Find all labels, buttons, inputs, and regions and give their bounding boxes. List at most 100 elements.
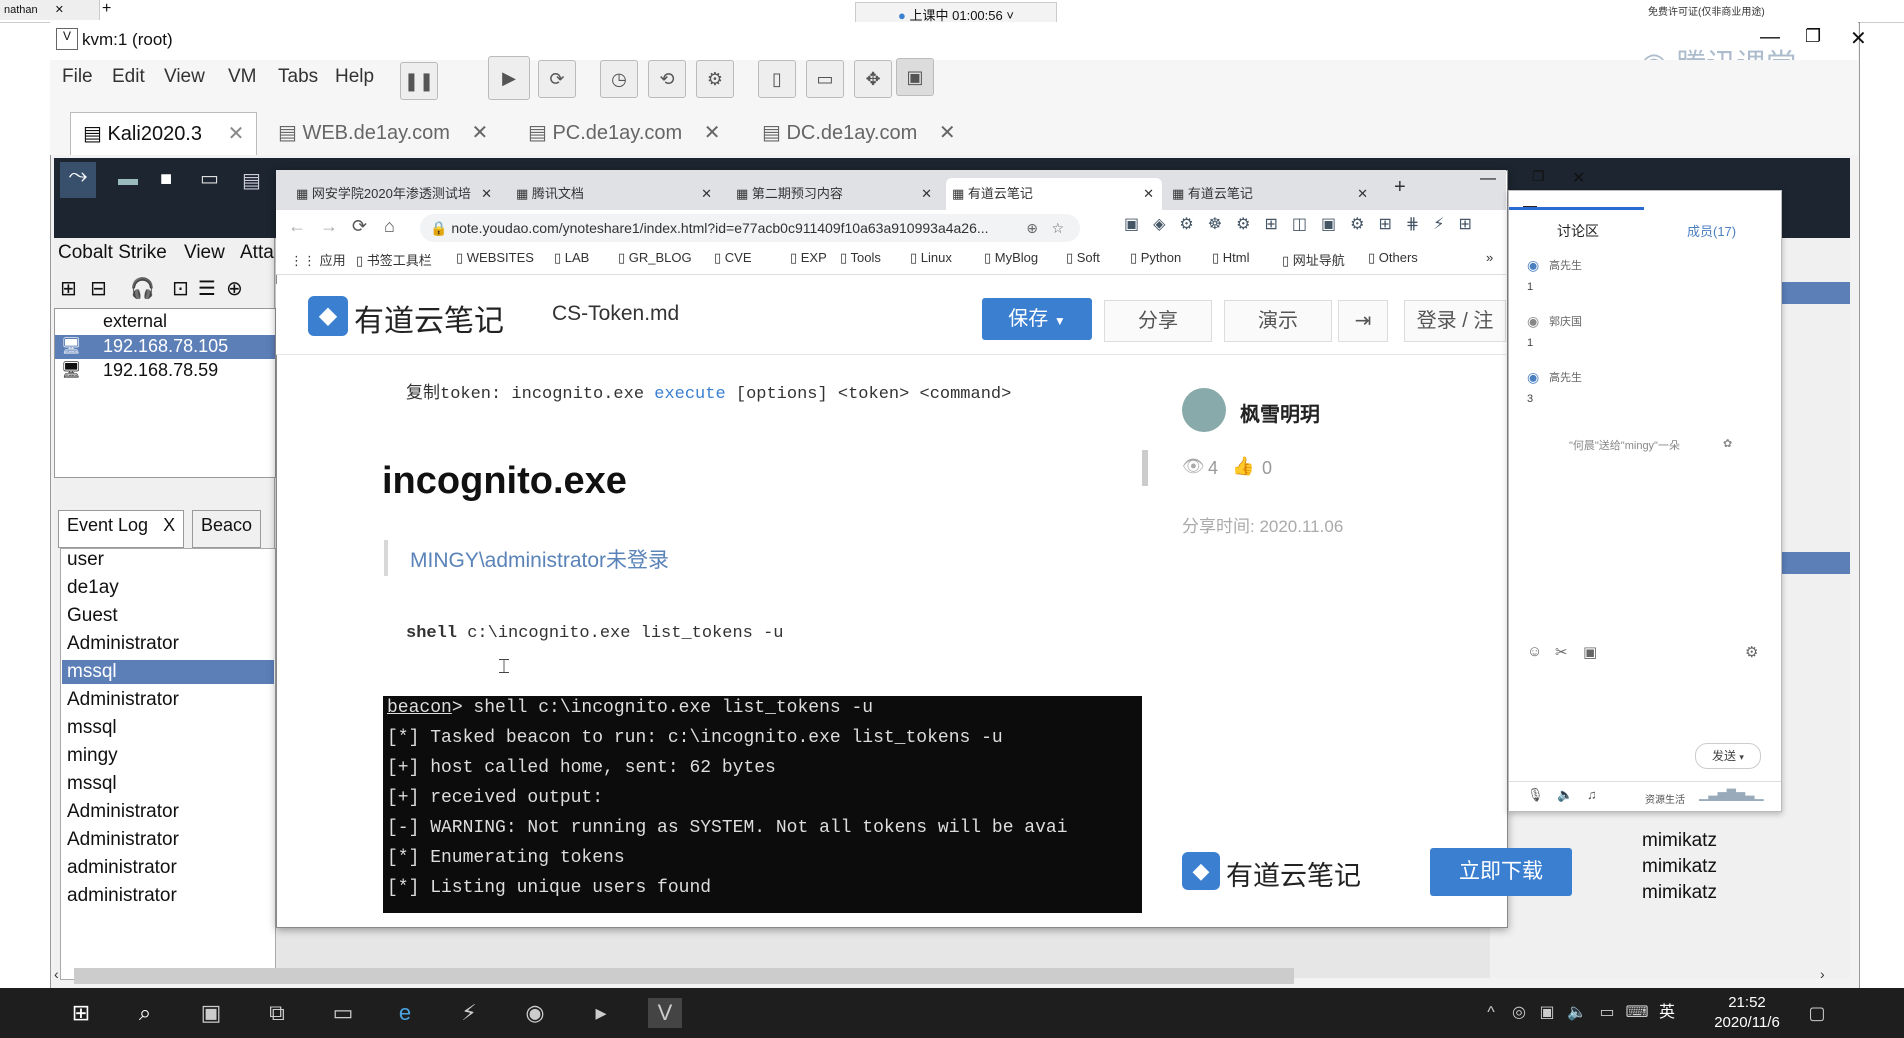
reload-icon[interactable]: ⟳ — [352, 216, 367, 237]
console-view-icon[interactable]: ▭ — [806, 60, 844, 98]
bookmark-folder[interactable]: ▯ Linux — [910, 250, 952, 266]
menu-file[interactable]: File — [62, 66, 93, 88]
browser-tab[interactable]: ▦ 网安学院2020年渗透测试培 ✕ — [296, 178, 496, 210]
pause-icon[interactable]: ❚❚ — [400, 62, 438, 100]
login-button[interactable]: 登录 / 注 — [1404, 300, 1506, 342]
tab-kali[interactable]: ▤ Kali2020.3 ✕ — [70, 112, 258, 155]
pivot-icon[interactable]: ⊡ — [172, 276, 189, 301]
minimize-icon[interactable]: — — [1523, 197, 1537, 213]
network-icon[interactable]: ▭ — [1590, 998, 1624, 1028]
present-button[interactable]: 演示 — [1224, 300, 1332, 342]
plus-icon[interactable]: ⊞ — [60, 276, 77, 301]
tray-icon[interactable]: ▣ — [1530, 998, 1564, 1028]
list-item[interactable]: user — [62, 548, 274, 572]
bookmark-folder[interactable]: ▯ Others — [1368, 250, 1418, 266]
tab-members[interactable]: 成员(17) — [1687, 221, 1736, 240]
table-row[interactable]: 🖥 192.168.78.105 — [55, 335, 275, 359]
browser-tab-active[interactable]: ▦ 有道云笔记 ✕ — [946, 178, 1162, 210]
menu-view[interactable]: View — [164, 66, 205, 88]
menu-tabs[interactable]: Tabs — [278, 66, 318, 88]
menu-attacks[interactable]: Atta — [240, 242, 274, 264]
send-button[interactable]: 发送 ▾ — [1695, 743, 1761, 769]
edge-icon[interactable]: e — [388, 998, 422, 1028]
close-icon[interactable]: X — [163, 515, 175, 535]
target-icon[interactable]: ⊕ — [226, 276, 243, 301]
bookmark-folder[interactable]: ▯ 网址导航 — [1282, 250, 1345, 269]
settings-icon[interactable]: ⚙ — [1745, 643, 1758, 661]
list-item[interactable]: administrator — [62, 884, 274, 908]
app-icon[interactable]: ⚡ — [452, 998, 486, 1028]
url-field[interactable]: 🔒 note.youdao.com/ynoteshare1/index.html… — [420, 214, 1080, 242]
list-item[interactable]: administrator — [62, 856, 274, 880]
bookmark-folder[interactable]: ▯ 书签工具栏 — [356, 250, 432, 269]
file-explorer-icon[interactable]: ▭ — [326, 998, 360, 1028]
close-icon[interactable]: ✕ — [939, 122, 956, 144]
bookmark-folder[interactable]: ▯ CVE — [714, 250, 752, 266]
list-item[interactable]: Administrator — [62, 688, 274, 712]
close-icon[interactable]: ✕ — [921, 178, 932, 210]
list-icon[interactable]: ☰ — [198, 276, 216, 301]
close-icon[interactable]: ✕ — [472, 122, 489, 144]
list-item[interactable]: Guest — [62, 604, 274, 628]
tab-pc[interactable]: ▤ PC.de1ay.com ✕ — [528, 112, 720, 154]
kali-dragon-icon[interactable]: ⤳ — [60, 162, 96, 198]
bookmark-folder[interactable]: ▯ LAB — [554, 250, 589, 266]
list-item[interactable]: Administrator — [62, 632, 274, 656]
speaker-icon[interactable]: 🔈 — [1557, 787, 1573, 803]
fullscreen-icon[interactable]: ▣ — [896, 58, 934, 96]
close-icon[interactable]: ✕ — [481, 178, 492, 210]
window-icon[interactable]: ■ — [160, 168, 172, 191]
menu-vm[interactable]: VM — [228, 66, 257, 88]
tab-web[interactable]: ▤ WEB.de1ay.com ✕ — [278, 112, 488, 154]
list-item[interactable]: mssql — [62, 716, 274, 740]
chevron-down-icon[interactable]: ˅ — [1006, 8, 1014, 23]
home-icon[interactable]: ⌂ — [384, 216, 395, 237]
close-window-icon[interactable]: ✕ — [1850, 26, 1867, 51]
snapshot-restore-icon[interactable]: ⟲ — [648, 60, 686, 98]
tab-dc[interactable]: ▤ DC.de1ay.com ✕ — [762, 112, 956, 154]
list-item[interactable]: mssql — [62, 660, 274, 684]
scroll-right-icon[interactable]: › — [1820, 966, 1825, 982]
scroll-left-icon[interactable]: ‹ — [54, 966, 59, 982]
vmware-icon[interactable]: V — [648, 998, 682, 1028]
start-icon[interactable]: ⊞ — [64, 998, 98, 1028]
fit-window-icon[interactable]: ✥ — [854, 60, 892, 98]
search-icon[interactable]: ⌕ — [128, 998, 162, 1028]
close-icon[interactable]: ✕ — [1357, 178, 1368, 210]
forward-icon[interactable]: → — [320, 216, 338, 237]
menu-cobalt-strike[interactable]: Cobalt Strike — [58, 242, 167, 264]
bookmark-folder[interactable]: ▯ Tools — [840, 250, 881, 266]
ime-icon[interactable]: ⌨ — [1620, 998, 1654, 1028]
minus-icon[interactable]: ⊟ — [90, 276, 107, 301]
mic-icon[interactable]: 🎙 — [1527, 787, 1544, 803]
emoji-icon[interactable]: ☺ — [1527, 643, 1542, 660]
ime-language[interactable]: 英 — [1650, 998, 1684, 1028]
terminal-icon[interactable]: ▸ — [584, 998, 618, 1028]
more-bookmarks-icon[interactable]: » — [1486, 250, 1493, 265]
download-button[interactable]: 立即下载 — [1430, 848, 1572, 896]
browser-tab[interactable]: ▦ 第二期预习内容 ✕ — [736, 178, 936, 210]
table-row[interactable]: 🖥 192.168.78.59 — [55, 359, 275, 383]
taskbar-clock[interactable]: 21:52 2020/11/6 — [1712, 993, 1782, 1033]
task-view-icon[interactable]: ⧉ — [260, 998, 294, 1028]
zoom-icon[interactable]: ⊕ — [1026, 214, 1038, 242]
menu-edit[interactable]: Edit — [112, 66, 145, 88]
notification-icon[interactable]: ▢ — [1800, 998, 1834, 1028]
volume-icon[interactable]: 🔈 — [1560, 998, 1594, 1028]
list-item[interactable]: mssql — [62, 772, 274, 796]
terminal-icon[interactable]: ▭ — [200, 166, 219, 191]
files-icon[interactable]: ▤ — [242, 168, 261, 193]
tab-beacon[interactable]: Beaco — [192, 510, 262, 548]
close-icon[interactable]: ✕ — [228, 123, 245, 145]
bookmark-folder[interactable]: ▯ Html — [1212, 250, 1249, 266]
save-button[interactable]: 保存 ▼ — [982, 298, 1092, 340]
close-icon[interactable]: ✕ — [704, 122, 721, 144]
list-item[interactable]: mingy — [62, 744, 274, 768]
back-icon[interactable]: ← — [288, 216, 306, 237]
browser-tab[interactable]: ▦ 有道云笔记 ✕ — [1172, 178, 1372, 210]
snapshot-icon[interactable]: ◷ — [600, 60, 638, 98]
headphones-icon[interactable]: 🎧 — [130, 276, 155, 301]
scissors-icon[interactable]: ✂ — [1555, 643, 1568, 661]
new-tab-button[interactable]: + — [1394, 176, 1406, 199]
horizontal-scrollbar[interactable] — [74, 968, 1294, 984]
